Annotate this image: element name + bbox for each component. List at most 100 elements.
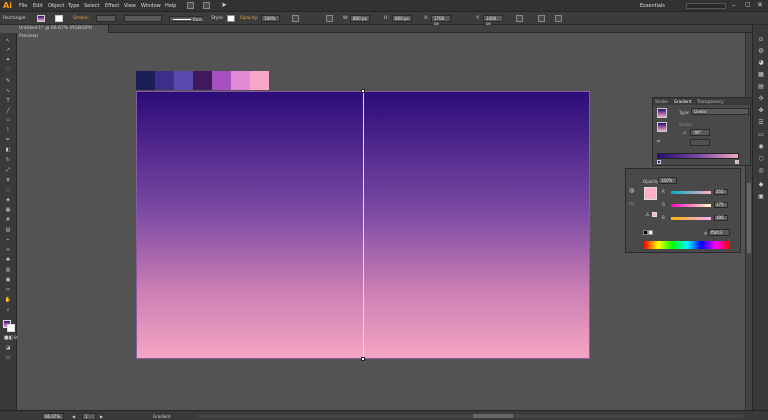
blue-slider[interactable] (671, 217, 711, 220)
hex-input[interactable]: ffafc3 (708, 229, 730, 236)
menu-effect[interactable]: Effect (105, 3, 119, 9)
green-slider[interactable] (671, 204, 711, 207)
reverse-gradient-icon[interactable]: ⇄ (657, 138, 660, 143)
swatch-color[interactable] (250, 71, 269, 90)
gradient-start-handle[interactable] (361, 89, 365, 93)
properties-icon[interactable]: ◍ (756, 47, 766, 54)
next-artboard-icon[interactable]: ▶ (100, 414, 103, 419)
swatches-icon[interactable]: ▤ (756, 83, 766, 90)
swatch-color[interactable] (155, 71, 174, 90)
paintbrush-tool-icon[interactable]: ⌇ (4, 127, 12, 133)
symbol-sprayer-tool-icon[interactable]: ✺ (4, 257, 12, 263)
menu-select[interactable]: Select (84, 3, 99, 9)
swatch-color[interactable] (212, 71, 231, 90)
shape-builder-tool-icon[interactable]: ◈ (4, 197, 12, 203)
color-icon[interactable]: ◕ (756, 59, 766, 66)
selection-tool-icon[interactable]: ↖ (4, 38, 12, 44)
swatch-color[interactable] (193, 71, 212, 90)
angle-input[interactable]: -90° (690, 129, 710, 136)
swatch-color[interactable] (231, 71, 250, 90)
menu-edit[interactable]: Edit (33, 3, 43, 9)
menu-view[interactable]: View (124, 3, 136, 9)
pencil-tool-icon[interactable]: ✏ (4, 137, 12, 143)
gradient-end-handle[interactable] (361, 357, 365, 361)
height-input[interactable]: 600 px (392, 15, 412, 22)
color-mode-icon[interactable]: ◍ (629, 187, 634, 194)
brush-dropdown[interactable]: Basic (169, 16, 204, 22)
current-color-swatch[interactable] (644, 187, 657, 200)
red-slider[interactable] (671, 191, 711, 194)
slice-tool-icon[interactable]: ✂ (4, 287, 12, 293)
opacity-input[interactable]: 100% (261, 15, 280, 22)
scale-tool-icon[interactable]: ⤢ (4, 167, 12, 173)
rectangle-tool-icon[interactable]: ▭ (4, 117, 12, 123)
close-icon[interactable]: ✕ (757, 1, 763, 9)
artboard-tool-icon[interactable]: ▣ (4, 277, 12, 283)
perspective-grid-tool-icon[interactable]: ▦ (4, 207, 12, 213)
vertical-scrollbar[interactable] (745, 33, 752, 410)
green-input[interactable]: 175 (714, 202, 728, 208)
tab-stroke[interactable]: Stroke (655, 99, 668, 104)
variable-width-dropdown[interactable] (124, 15, 162, 22)
mesh-tool-icon[interactable]: # (4, 217, 12, 223)
gradient-type-dropdown[interactable]: Linear (691, 108, 749, 115)
panel-menu-icon[interactable] (555, 15, 562, 22)
stroke-icon[interactable]: ☰ (756, 119, 766, 126)
gradient-stop-left[interactable] (657, 160, 661, 164)
free-transform-tool-icon[interactable]: ⬚ (4, 187, 12, 193)
gradient-stop-right[interactable] (735, 160, 739, 164)
y-input[interactable]: 1000 px (483, 15, 503, 26)
pen-tool-icon[interactable]: ✎ (4, 78, 12, 84)
zoom-tool-icon[interactable]: ⌕ (4, 307, 12, 313)
gradient-slider[interactable] (657, 153, 739, 159)
magic-wand-tool-icon[interactable]: ✦ (4, 57, 12, 63)
swatch-color[interactable] (136, 71, 155, 90)
gradient-icon[interactable]: ▭ (756, 131, 766, 138)
type-tool-icon[interactable]: T (4, 98, 12, 104)
column-graph-tool-icon[interactable]: ▥ (4, 267, 12, 273)
rotate-tool-icon[interactable]: ↻ (4, 157, 12, 163)
eyedropper-tool-icon[interactable]: ⌁ (4, 237, 12, 243)
search-field[interactable] (686, 3, 726, 9)
tab-transparency[interactable]: Transparency (697, 99, 724, 104)
color-spectrum[interactable] (644, 241, 730, 249)
transform-icon[interactable] (516, 15, 523, 22)
artboard-number[interactable]: 1 (82, 413, 96, 420)
width-tool-icon[interactable]: ⧖ (4, 177, 12, 183)
gradient-fill-stroke-swatch[interactable] (657, 122, 667, 132)
blend-tool-icon[interactable]: ∞ (4, 247, 12, 253)
direct-selection-tool-icon[interactable]: ↗ (4, 47, 12, 53)
eraser-tool-icon[interactable]: ◧ (4, 147, 12, 153)
bridge-icon[interactable] (187, 2, 194, 9)
transparency-icon[interactable]: ◉ (756, 143, 766, 150)
stroke-color-box[interactable] (7, 324, 15, 332)
line-tool-icon[interactable]: ╱ (4, 108, 12, 114)
graphic-styles-icon[interactable]: ◎ (756, 167, 766, 174)
scroll-thumb-horizontal[interactable] (473, 414, 513, 418)
horizontal-scrollbar[interactable] (198, 414, 743, 418)
fill-swatch[interactable] (37, 15, 45, 22)
drawing-mode-icon[interactable]: ◪ (4, 345, 12, 351)
gamut-color-swatch[interactable] (652, 212, 657, 217)
curvature-tool-icon[interactable]: ∿ (4, 88, 12, 94)
width-input[interactable]: 800 px (350, 15, 370, 22)
screen-mode-icon[interactable]: ▭ (4, 355, 12, 361)
aspect-ratio-input[interactable] (690, 139, 710, 146)
recolor-artwork-icon[interactable] (292, 15, 299, 22)
menu-window[interactable]: Window (141, 3, 161, 9)
hand-tool-icon[interactable]: ✋ (4, 297, 12, 303)
gradient-tool-icon[interactable]: ▤ (4, 227, 12, 233)
gradient-mode-icon[interactable]: ▭ (629, 201, 634, 207)
arrange-documents-icon[interactable] (203, 2, 210, 9)
gradient-annotator-line[interactable] (363, 91, 364, 359)
menu-help[interactable]: Help (165, 3, 176, 9)
reference-point-icon[interactable] (326, 15, 333, 22)
color-mode-icons[interactable]: ■◧⊘ (4, 335, 18, 341)
document-tab[interactable]: Untitled-1* @ 66.67% (RGB/GPU Preview) (17, 25, 109, 39)
symbols-icon[interactable]: ✤ (756, 107, 766, 114)
artboards-icon[interactable]: ▣ (756, 193, 766, 200)
prev-artboard-icon[interactable]: ◀ (72, 414, 75, 419)
blue-input[interactable]: 195 (714, 215, 728, 221)
libraries-icon[interactable]: ⊙ (756, 36, 766, 43)
workspace-switcher[interactable]: Essentials (640, 3, 665, 9)
